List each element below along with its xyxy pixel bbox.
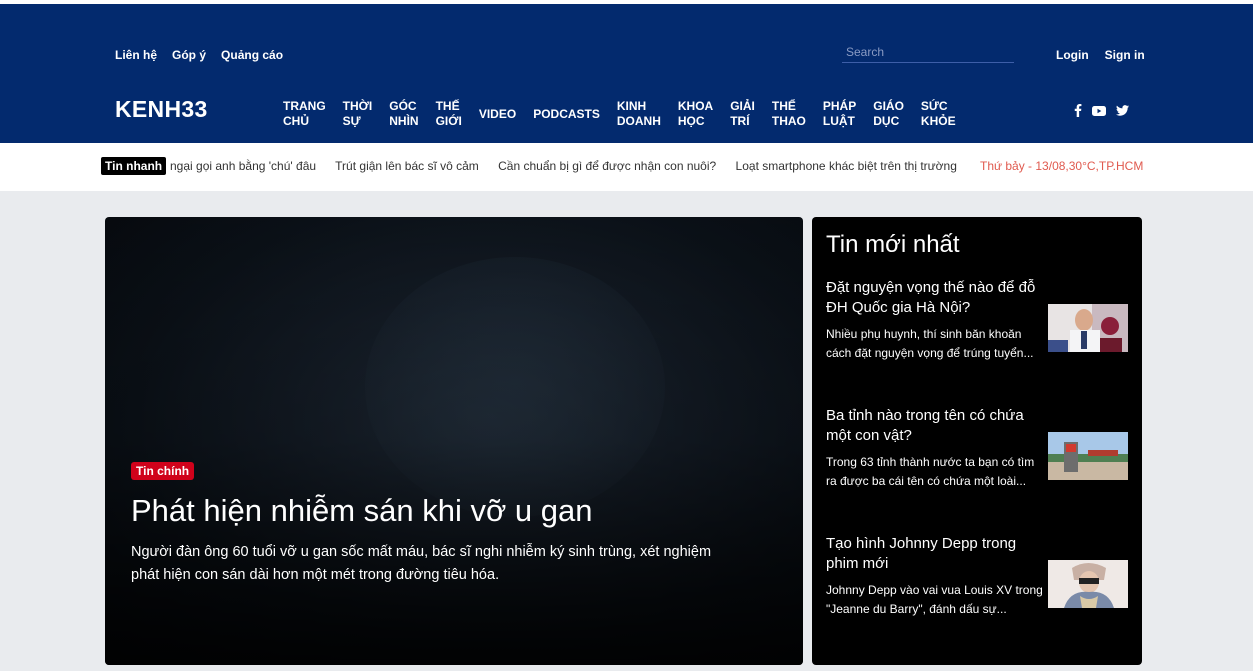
nav-item-sports[interactable]: Thể thao xyxy=(772,97,806,131)
search-box xyxy=(842,42,1014,63)
nav-item-health[interactable]: Sức khỏe xyxy=(921,97,956,131)
ticker-item[interactable]: ngại gọi anh bằng 'chú' đâu xyxy=(170,159,316,173)
ticker-item[interactable]: Loạt smartphone khác biệt trên thị trườn… xyxy=(736,159,957,173)
utility-links: Liên hệ Góp ý Quảng cáo xyxy=(115,48,283,62)
news-item[interactable]: Đặt nguyện vọng thế nào để đỗ ĐH Quốc gi… xyxy=(826,278,1128,363)
auth-links: Login Sign in xyxy=(1056,48,1145,62)
nav-item-law[interactable]: Pháp luật xyxy=(823,97,856,131)
news-item-description: Nhiều phụ huynh, thí sinh băn khoăn cách… xyxy=(826,327,1034,360)
breaking-news-ticker: Tin nhanh ngại gọi anh bằng 'chú' đâu Tr… xyxy=(0,143,1253,191)
search-input[interactable] xyxy=(842,42,1014,62)
featured-description: Người đàn ông 60 tuổi vỡ u gan sốc mất m… xyxy=(131,544,712,583)
main-nav: Trang chủ Thời sự Góc nhìn Thế giới Vide… xyxy=(283,97,991,131)
nav-item-home[interactable]: Trang chủ xyxy=(283,97,326,131)
ticker-item[interactable]: Trút giận lên bác sĩ vô cảm xyxy=(335,159,479,173)
news-item-thumbnail[interactable] xyxy=(1048,560,1128,608)
news-item[interactable]: Tạo hình Johnny Depp trong phim mới John… xyxy=(826,534,1128,619)
ticker-item[interactable]: Cần chuẩn bị gì để được nhận con nuôi? xyxy=(498,159,716,173)
nav-item-business[interactable]: Kinh doanh xyxy=(617,97,661,131)
news-item-description: Trong 63 tỉnh thành nước ta bạn có tìm r… xyxy=(826,455,1035,488)
news-item-description: Johnny Depp vào vai vua Louis XV trong "… xyxy=(826,583,1043,616)
nav-fade-overlay xyxy=(975,96,1015,132)
news-item-thumbnail[interactable] xyxy=(1048,304,1128,352)
news-item[interactable]: Ba tỉnh nào trong tên có chứa một con vậ… xyxy=(826,406,1128,491)
feedback-link[interactable]: Góp ý xyxy=(172,48,206,62)
login-link[interactable]: Login xyxy=(1056,48,1089,62)
nav-item-science[interactable]: Khoa học xyxy=(678,97,713,131)
nav-item-news[interactable]: Thời sự xyxy=(343,97,373,131)
featured-article[interactable] xyxy=(105,217,803,665)
date-weather: Thứ bảy - 13/08,30°C,TP.HCM xyxy=(980,159,1144,173)
site-logo[interactable]: KENH33 xyxy=(115,96,208,123)
latest-news-heading: Tin mới nhất xyxy=(826,231,960,258)
signin-link[interactable]: Sign in xyxy=(1105,48,1145,62)
nav-item-world[interactable]: Thế giới xyxy=(436,97,462,131)
contact-link[interactable]: Liên hệ xyxy=(115,48,157,62)
news-item-title[interactable]: Đặt nguyện vọng thế nào để đỗ ĐH Quốc gi… xyxy=(826,278,1044,318)
nav-item-entertainment[interactable]: Giải trí xyxy=(730,97,755,131)
news-item-title[interactable]: Tạo hình Johnny Depp trong phim mới xyxy=(826,534,1044,574)
ticker-label: Tin nhanh xyxy=(101,157,167,175)
news-item-title[interactable]: Ba tỉnh nào trong tên có chứa một con vậ… xyxy=(826,406,1044,446)
featured-badge: Tin chính xyxy=(131,462,195,480)
social-links xyxy=(1074,104,1129,117)
latest-news-panel: Tin mới nhất Đặt nguyện vọng thế nào để … xyxy=(812,217,1142,665)
nav-item-podcasts[interactable]: Podcasts xyxy=(533,97,600,131)
nav-item-education[interactable]: Giáo dục xyxy=(873,97,904,131)
hero-overlay xyxy=(105,217,803,665)
news-item-thumbnail[interactable] xyxy=(1048,432,1128,480)
nav-item-video[interactable]: Video xyxy=(479,97,516,131)
featured-title[interactable]: Phát hiện nhiễm sán khi vỡ u gan xyxy=(131,493,593,529)
facebook-icon[interactable] xyxy=(1074,104,1082,117)
youtube-icon[interactable] xyxy=(1092,105,1106,116)
ticker-items: ngại gọi anh bằng 'chú' đâu Trút giận lê… xyxy=(170,159,966,173)
site-header: Liên hệ Góp ý Quảng cáo Login Sign in KE… xyxy=(0,4,1253,143)
nav-item-perspective[interactable]: Góc nhìn xyxy=(389,97,418,131)
twitter-icon[interactable] xyxy=(1116,105,1129,116)
advertising-link[interactable]: Quảng cáo xyxy=(221,48,283,62)
